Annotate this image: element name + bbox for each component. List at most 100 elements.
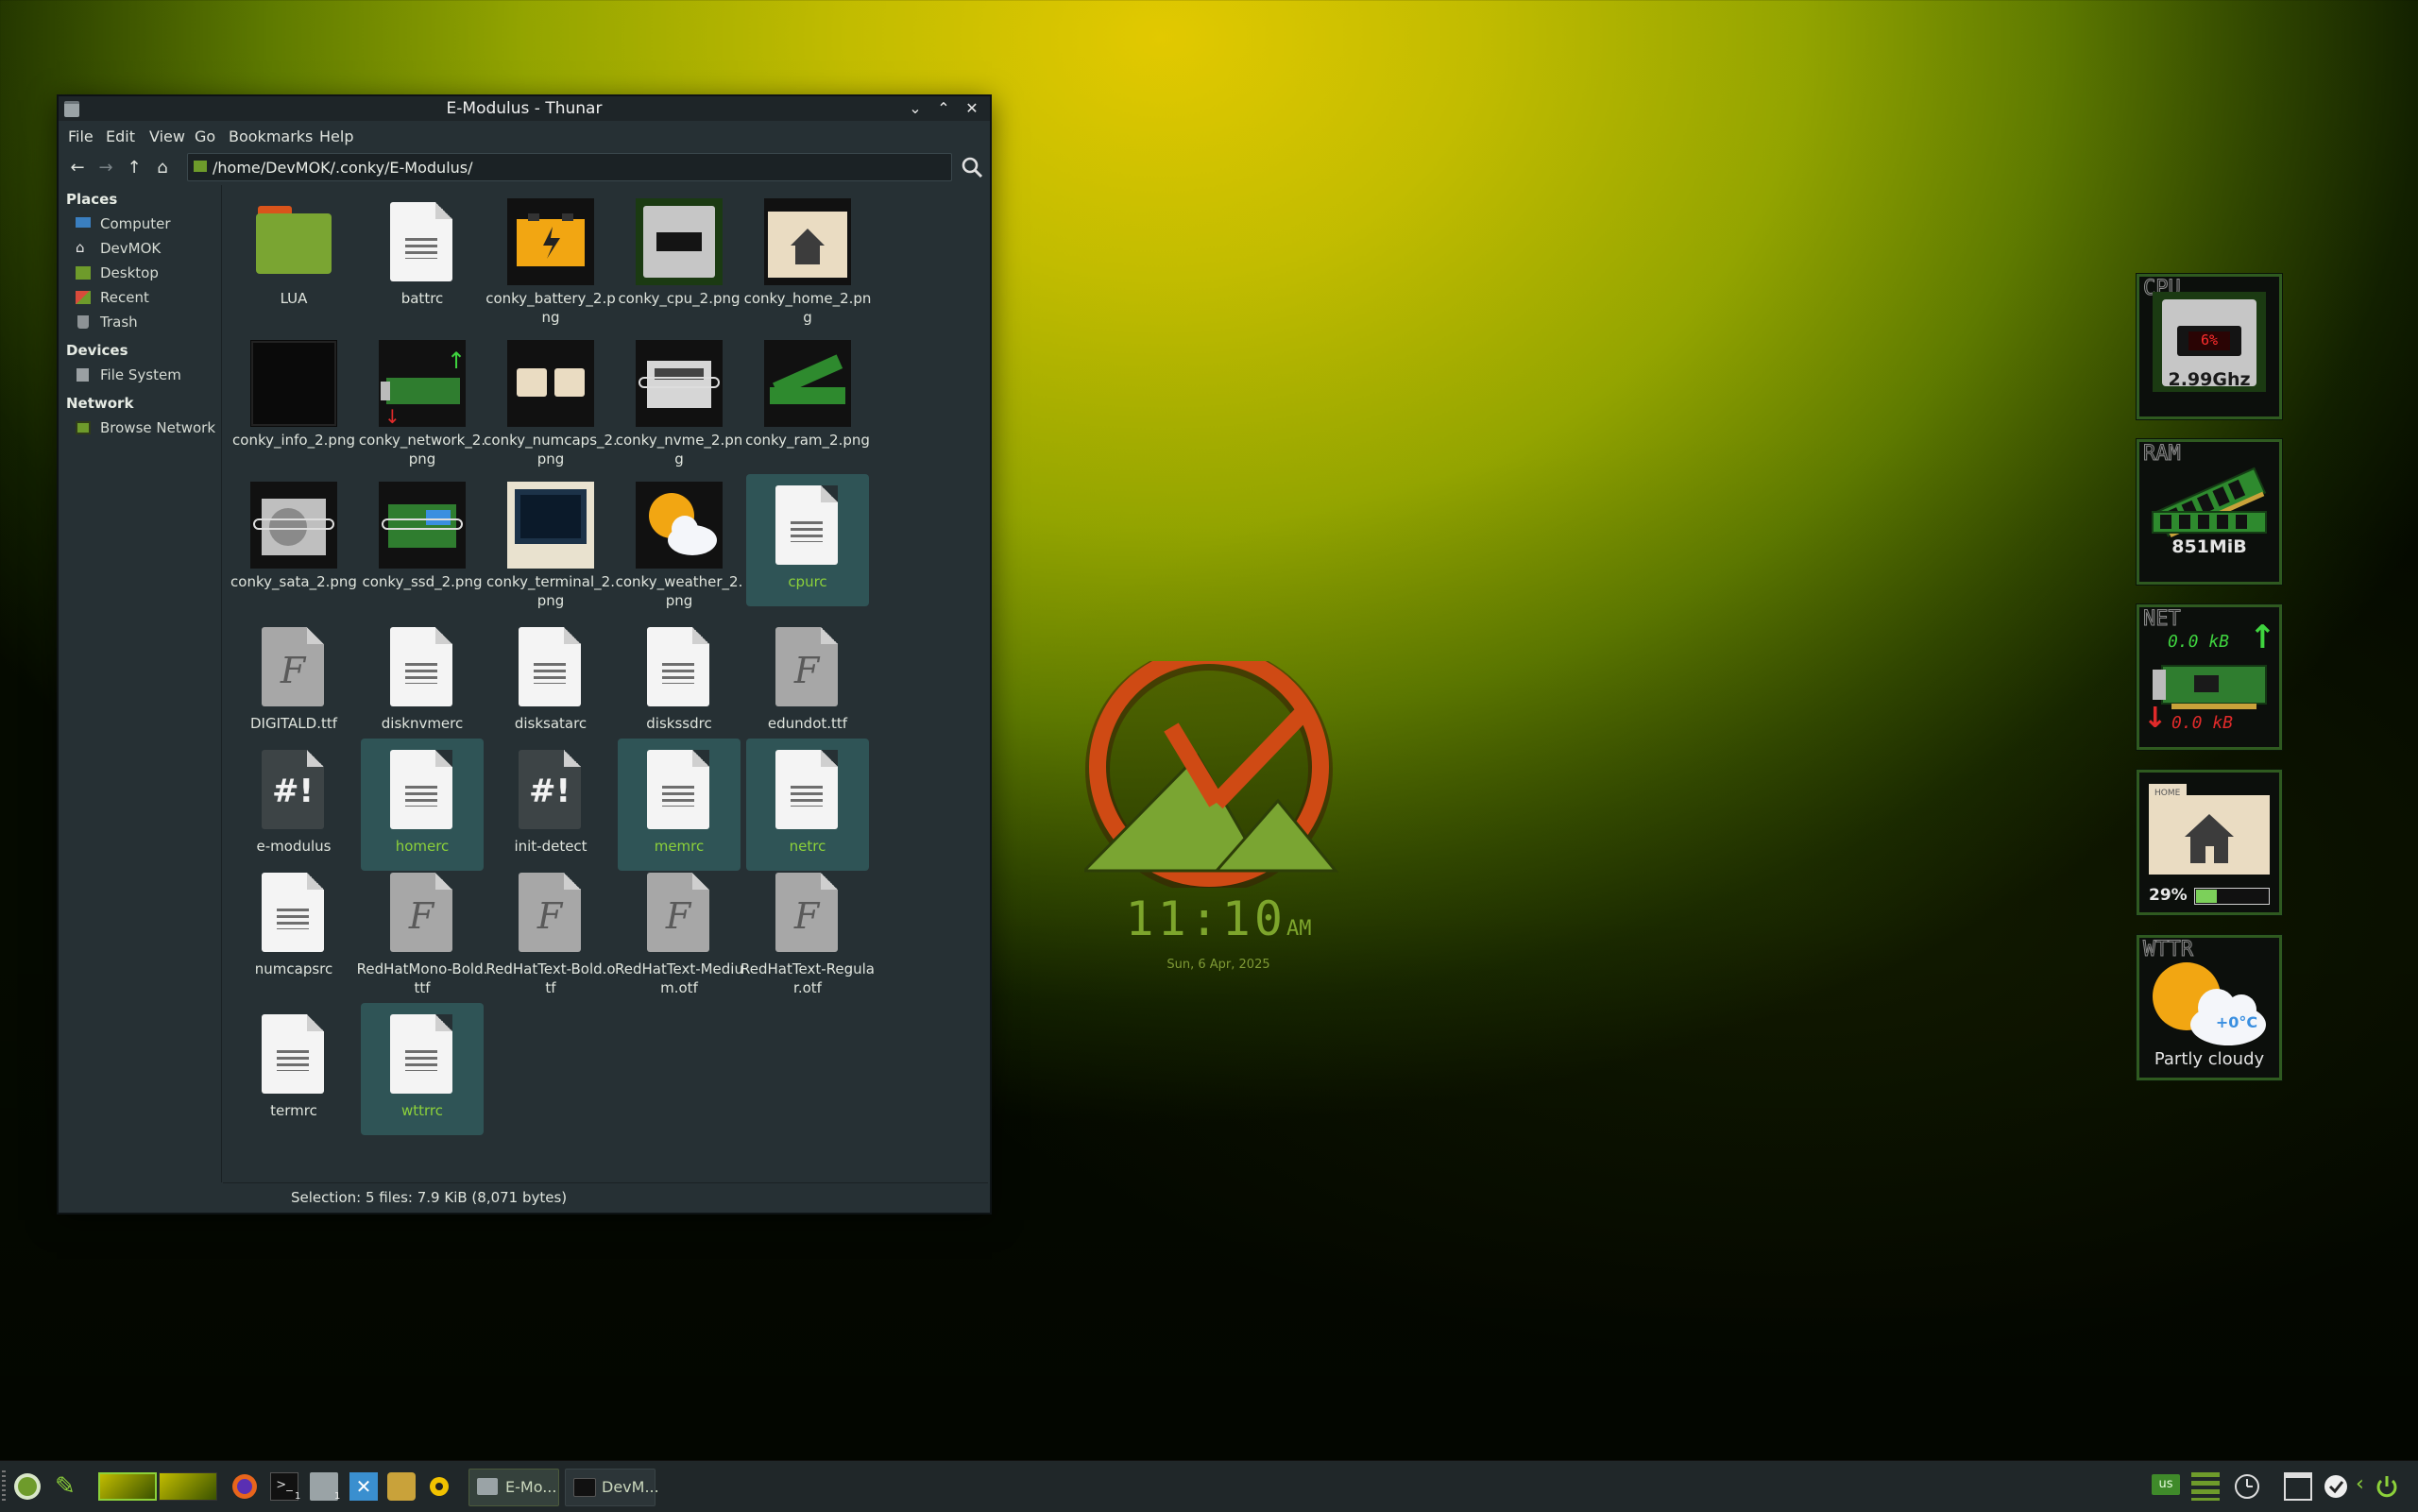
file-item[interactable]: #! init-detect xyxy=(489,739,612,871)
file-item[interactable]: conky_cpu_2.png xyxy=(618,191,741,323)
sidebar-item-file-system[interactable]: File System xyxy=(76,365,217,387)
task-terminal[interactable]: DevM... xyxy=(565,1469,659,1506)
close-button[interactable]: ✕ xyxy=(962,98,982,119)
task-list-icon[interactable] xyxy=(2191,1472,2220,1501)
ram-stick-icon xyxy=(2152,467,2267,538)
computer-icon xyxy=(76,217,91,228)
weather-thumbnail-icon xyxy=(636,482,723,569)
file-item[interactable]: battrc xyxy=(361,191,484,323)
network-widget-label: NET xyxy=(2143,607,2182,632)
script-file-icon: #! xyxy=(262,750,324,829)
file-item[interactable]: diskssdrc xyxy=(618,616,741,748)
media-player-icon[interactable] xyxy=(425,1472,453,1501)
sidebar-item-desktop[interactable]: Desktop xyxy=(76,263,217,285)
file-item[interactable]: wttrrc xyxy=(361,1003,484,1135)
sidebar-item-trash[interactable]: Trash xyxy=(76,312,217,334)
file-item[interactable]: conky_ssd_2.png xyxy=(361,474,484,606)
menu-go[interactable]: Go xyxy=(195,127,215,145)
network-status-icon[interactable] xyxy=(2284,1472,2312,1501)
home-icon[interactable]: ⌂ xyxy=(151,157,174,179)
file-item[interactable]: conky_ram_2.png xyxy=(745,332,870,465)
file-item[interactable]: #! e-modulus xyxy=(232,739,355,871)
sidebar-item-label: Browse Network xyxy=(100,419,216,436)
file-item[interactable]: ↑ ↓ conky_network_2.png xyxy=(359,332,485,467)
file-item[interactable]: conky_info_2.png xyxy=(232,332,355,465)
back-arrow-icon[interactable]: ← xyxy=(66,157,89,179)
file-item[interactable]: termrc xyxy=(232,1003,355,1135)
home-folder-icon: HOME xyxy=(2149,784,2270,875)
sidebar-item-label: Recent xyxy=(100,289,149,306)
file-item[interactable]: conky_home_2.png xyxy=(744,191,871,326)
sidebar-item-computer[interactable]: Computer xyxy=(76,213,217,236)
up-arrow-icon[interactable]: ↑ xyxy=(123,157,145,179)
file-name: battrc xyxy=(400,290,444,307)
keyboard-layout[interactable]: us xyxy=(2152,1474,2180,1495)
file-item[interactable]: homerc xyxy=(361,739,484,871)
maximize-button[interactable]: ⌃ xyxy=(933,98,954,119)
file-item[interactable]: disksatarc xyxy=(489,616,612,748)
weather-condition: Partly cloudy xyxy=(2154,1049,2265,1069)
file-item[interactable]: netrc xyxy=(746,739,869,871)
sidebar-item-recent[interactable]: Recent xyxy=(76,287,217,310)
workspace-2[interactable] xyxy=(159,1472,217,1501)
firefox-icon[interactable] xyxy=(230,1472,259,1501)
folder-icon xyxy=(256,206,332,274)
title-bar[interactable]: E-Modulus - Thunar ⌄ ⌃ ✕ xyxy=(59,96,990,121)
search-icon[interactable] xyxy=(960,155,984,179)
file-item[interactable]: conky_sata_2.png xyxy=(230,474,357,606)
location-entry[interactable]: /home/DevMOK/.conky/E-Modulus/ xyxy=(187,153,952,181)
settings-wrench-icon[interactable]: ✎ xyxy=(55,1472,83,1501)
file-item[interactable]: cpurc xyxy=(746,474,869,606)
tools-icon[interactable]: ✕ xyxy=(349,1472,378,1501)
workspace-1[interactable] xyxy=(98,1472,157,1501)
file-name: diskssdrc xyxy=(646,715,712,732)
sidebar-item-browse-network[interactable]: Browse Network xyxy=(76,417,217,440)
forward-arrow-icon[interactable]: → xyxy=(94,157,117,179)
file-item[interactable]: F RedHatText-Regular.otf xyxy=(741,861,875,996)
screenshot-icon[interactable] xyxy=(387,1472,416,1501)
battery-thumbnail-icon xyxy=(507,198,594,285)
file-item[interactable]: conky_battery_2.png xyxy=(485,191,616,326)
file-thumbnail xyxy=(507,198,594,285)
text-file-icon xyxy=(390,202,452,281)
whisker-menu-icon[interactable] xyxy=(13,1472,42,1501)
sidebar-item-devmok[interactable]: ⌂ DevMOK xyxy=(76,238,217,261)
file-item[interactable]: conky_terminal_2.png xyxy=(486,474,615,609)
file-item[interactable]: conky_numcaps_2.png xyxy=(484,332,618,467)
file-item[interactable]: F RedHatText-Medium.otf xyxy=(615,861,743,996)
file-item[interactable]: F DIGITALD.ttf xyxy=(232,616,355,748)
menu-view[interactable]: View xyxy=(149,127,185,145)
file-thumbnail xyxy=(764,340,851,427)
file-item[interactable]: disknvmerc xyxy=(361,616,484,748)
power-icon[interactable] xyxy=(2373,1472,2401,1501)
ram-thumbnail-icon xyxy=(764,340,851,427)
sidebar: Places Computer ⌂ DevMOK Desktop Recent … xyxy=(59,185,222,1182)
file-name: netrc xyxy=(789,838,826,855)
file-item[interactable]: F RedHatText-Bold.otf xyxy=(485,861,616,996)
file-item[interactable]: conky_nvme_2.png xyxy=(616,332,742,467)
text-file-icon xyxy=(390,1014,452,1094)
menu-edit[interactable]: Edit xyxy=(106,127,135,145)
file-item[interactable]: Fedundot.ttf xyxy=(746,616,869,748)
font-file-icon: F xyxy=(775,873,838,952)
file-item[interactable]: memrc xyxy=(618,739,741,871)
task-thunar[interactable]: E-Mo... xyxy=(468,1469,559,1506)
panel-handle[interactable] xyxy=(2,1470,6,1503)
sidebar-item-label: Desktop xyxy=(100,264,159,281)
file-item[interactable]: F RedHatMono-Bold.ttf xyxy=(357,861,487,996)
updates-check-icon[interactable] xyxy=(2322,1472,2350,1501)
menu-bookmarks[interactable]: Bookmarks xyxy=(229,127,313,145)
minimize-button[interactable]: ⌄ xyxy=(905,98,926,119)
file-grid: LUA battrc conky_battery_2.png conky_cpu_2.… xyxy=(223,185,988,1182)
file-name: conky_ssd_2.png xyxy=(362,573,483,590)
file-item[interactable]: LUA xyxy=(232,191,355,323)
clock-icon[interactable] xyxy=(2233,1472,2261,1501)
file-item[interactable]: numcapsrc xyxy=(232,861,355,994)
file-item[interactable]: conky_weather_2.png xyxy=(616,474,742,609)
sidebar-item-label: DevMOK xyxy=(100,240,162,257)
menu-help[interactable]: Help xyxy=(319,127,353,145)
file-thumbnail xyxy=(507,340,594,427)
devices-header: Devices xyxy=(66,342,128,359)
chevron-left-icon[interactable]: ‹ xyxy=(2356,1472,2364,1496)
menu-file[interactable]: File xyxy=(68,127,94,145)
